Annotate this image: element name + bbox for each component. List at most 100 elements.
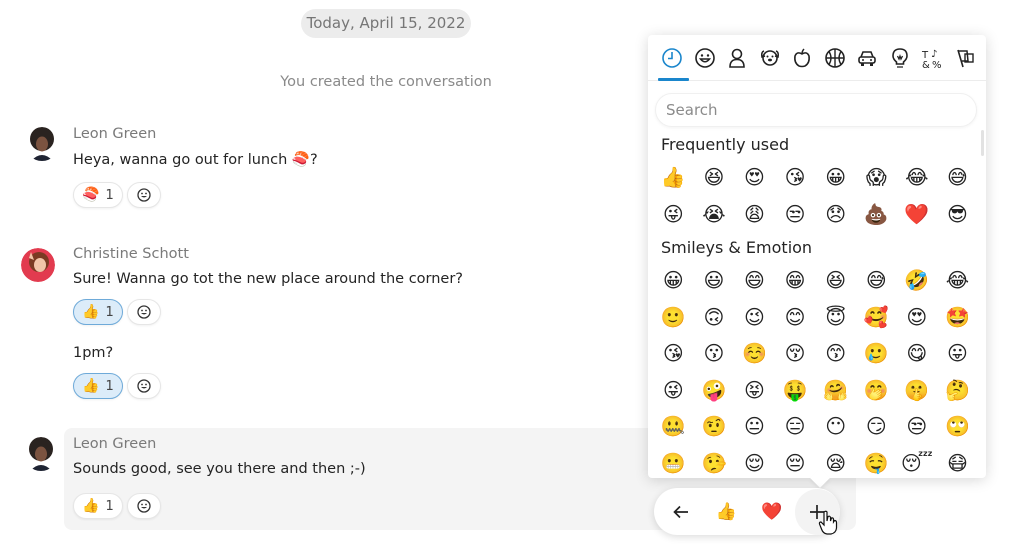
emoji-option[interactable]: 😆: [815, 262, 856, 299]
emoji-option[interactable]: 🥲: [856, 335, 897, 372]
emoji-option[interactable]: 😙: [815, 335, 856, 372]
emoji-option[interactable]: 😘: [653, 335, 694, 372]
quick-react-thumbs-up[interactable]: 👍: [704, 489, 750, 535]
emoji-option[interactable]: 🤣: [897, 262, 938, 299]
emoji-option[interactable]: 😔: [775, 445, 816, 479]
emoji-option[interactable]: 😏: [856, 408, 897, 445]
svg-text:%: %: [932, 60, 942, 69]
message-text: Heya, wanna go out for lunch 🍣?: [73, 152, 318, 168]
emoji-option[interactable]: 🤫: [897, 372, 938, 409]
emoji-option[interactable]: 😅: [937, 159, 978, 196]
emoji-option[interactable]: 🤥: [694, 445, 735, 479]
emoji-option[interactable]: 🤤: [856, 445, 897, 479]
emoji-option[interactable]: 😌: [734, 445, 775, 479]
smiley-add-icon: [137, 188, 151, 202]
emoji-option[interactable]: 😩: [734, 196, 775, 233]
reaction-pill[interactable]: 👍 1: [73, 493, 123, 519]
picker-scrollbar[interactable]: [981, 130, 984, 156]
quick-react-heart[interactable]: ❤️: [749, 489, 795, 535]
emoji-option[interactable]: 😶: [815, 408, 856, 445]
add-reaction-button[interactable]: [127, 493, 161, 519]
emoji-option[interactable]: 😝: [734, 372, 775, 409]
message-text: Sounds good, see you there and then ;-): [73, 461, 366, 477]
emoji-option[interactable]: 😄: [734, 262, 775, 299]
thumbs-up-icon: 👍: [82, 304, 100, 320]
emoji-option[interactable]: 😎: [937, 196, 978, 233]
tab-symbols[interactable]: T ♪ &%: [916, 35, 949, 81]
emoji-option[interactable]: 😀: [815, 159, 856, 196]
emoji-option[interactable]: 🤑: [775, 372, 816, 409]
emoji-option[interactable]: 💩: [856, 196, 897, 233]
emoji-option[interactable]: 👍: [653, 159, 694, 196]
emoji-option[interactable]: 😘: [775, 159, 816, 196]
emoji-option[interactable]: 😊: [775, 299, 816, 336]
add-reaction-button[interactable]: [127, 373, 161, 399]
tab-activities[interactable]: [819, 35, 852, 81]
emoji-option[interactable]: 😗: [694, 335, 735, 372]
emoji-option[interactable]: 😬: [653, 445, 694, 479]
emoji-option[interactable]: ☺️: [734, 335, 775, 372]
emoji-option[interactable]: 😒: [897, 408, 938, 445]
add-reaction-button[interactable]: [127, 182, 161, 208]
emoji-option[interactable]: 😜: [653, 372, 694, 409]
emoji-option[interactable]: 😷: [937, 445, 978, 479]
emoji-option[interactable]: 😜: [653, 196, 694, 233]
reaction-pill-selected[interactable]: 👍 1: [73, 299, 123, 325]
emoji-option[interactable]: 😉: [734, 299, 775, 336]
emoji-option[interactable]: 😃: [694, 262, 735, 299]
leon-green-avatar[interactable]: [25, 127, 59, 161]
emoji-option[interactable]: 😁: [775, 262, 816, 299]
christine-schott-avatar[interactable]: [21, 248, 55, 282]
emoji-option[interactable]: 😱: [856, 159, 897, 196]
leon-green-avatar[interactable]: [24, 437, 58, 471]
emoji-option[interactable]: 🙂: [653, 299, 694, 336]
add-reaction-button[interactable]: [127, 299, 161, 325]
emoji-option[interactable]: 🤨: [694, 408, 735, 445]
reaction-pill[interactable]: 🍣 1: [73, 182, 123, 208]
back-button[interactable]: [658, 489, 704, 535]
emoji-option[interactable]: 😍: [897, 299, 938, 336]
thumbs-up-icon: 👍: [82, 498, 100, 514]
message-text: Sure! Wanna go tot the new place around …: [73, 271, 464, 287]
emoji-option[interactable]: 🤐: [653, 408, 694, 445]
smiley-add-icon: [137, 305, 151, 319]
tab-people[interactable]: [721, 35, 754, 81]
emoji-option[interactable]: 😍: [734, 159, 775, 196]
tab-recent[interactable]: [656, 35, 689, 81]
emoji-option[interactable]: 🤗: [815, 372, 856, 409]
tab-objects[interactable]: [884, 35, 917, 81]
emoji-option[interactable]: 😂: [897, 159, 938, 196]
emoji-grid-frequent: 👍 😆 😍 😘 😀 😱 😂 😅 😜 😭 😩 😒 😞 💩 ❤️ 😎: [648, 159, 978, 232]
emoji-option[interactable]: 😞: [815, 196, 856, 233]
emoji-option[interactable]: 🤔: [937, 372, 978, 409]
tab-flags[interactable]: [949, 35, 982, 81]
emoji-option[interactable]: 😴: [897, 445, 938, 479]
emoji-option[interactable]: 😛: [937, 335, 978, 372]
emoji-option[interactable]: 🤭: [856, 372, 897, 409]
emoji-option[interactable]: 😆: [694, 159, 735, 196]
emoji-option[interactable]: 🙄: [937, 408, 978, 445]
tab-smileys[interactable]: [689, 35, 722, 81]
tab-food[interactable]: [786, 35, 819, 81]
emoji-list: Frequently used 👍 😆 😍 😘 😀 😱 😂 😅 😜 😭 😩 😒 😞 💩 ❤️ 😎 Smiley…: [648, 131, 978, 478]
emoji-option[interactable]: 😂: [937, 262, 978, 299]
emoji-search-input[interactable]: [655, 93, 977, 127]
emoji-option[interactable]: 🤪: [694, 372, 735, 409]
emoji-option[interactable]: 🙃: [694, 299, 735, 336]
emoji-option[interactable]: 😀: [653, 262, 694, 299]
emoji-option[interactable]: ❤️: [897, 196, 938, 233]
section-title-smileys: Smileys & Emotion: [661, 238, 813, 257]
emoji-option[interactable]: 😐: [734, 408, 775, 445]
emoji-option[interactable]: 😋: [897, 335, 938, 372]
emoji-option[interactable]: 😑: [775, 408, 816, 445]
emoji-option[interactable]: 😅: [856, 262, 897, 299]
reaction-pill-selected[interactable]: 👍 1: [73, 373, 123, 399]
emoji-option[interactable]: 🤩: [937, 299, 978, 336]
emoji-option[interactable]: 😒: [775, 196, 816, 233]
tab-travel[interactable]: [851, 35, 884, 81]
tab-animals[interactable]: [754, 35, 787, 81]
emoji-option[interactable]: 😇: [815, 299, 856, 336]
emoji-option[interactable]: 🥰: [856, 299, 897, 336]
emoji-option[interactable]: 😚: [775, 335, 816, 372]
emoji-option[interactable]: 😭: [694, 196, 735, 233]
